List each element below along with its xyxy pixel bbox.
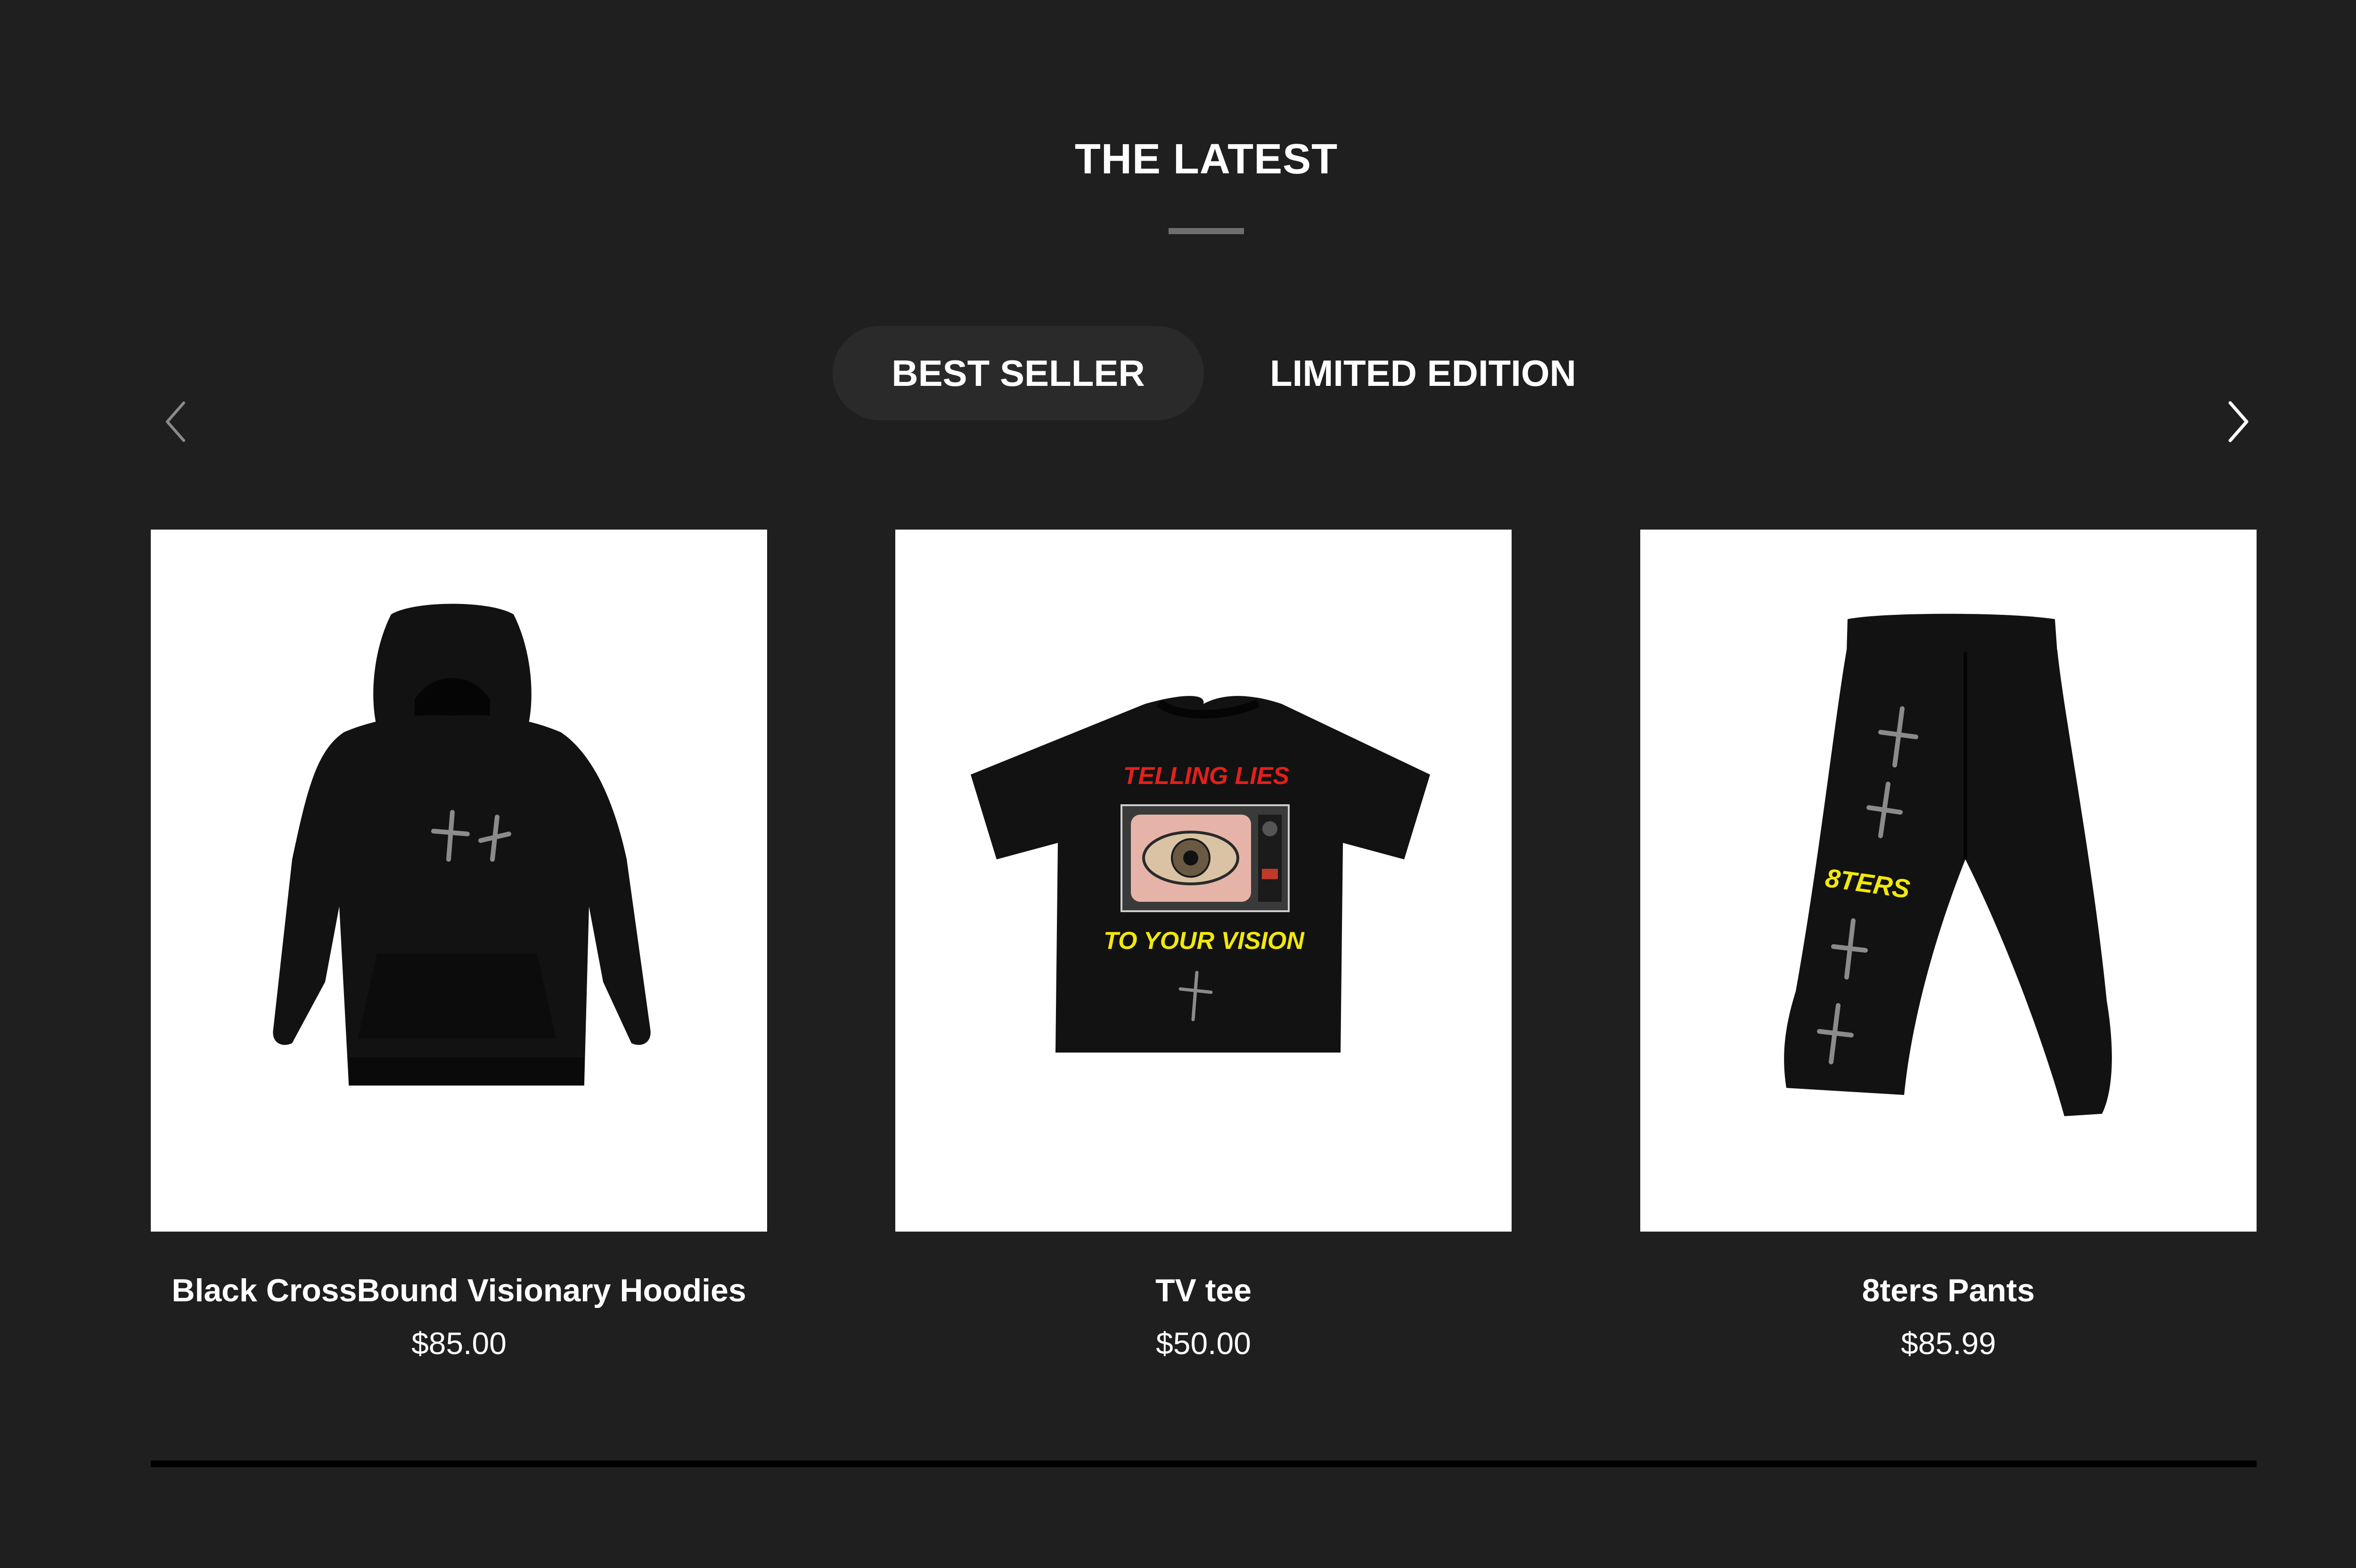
tab-limited-edition[interactable]: LIMITED EDITION [1225, 326, 1621, 420]
product-image-link[interactable]: TELLING LIES TO YOUR VISION [895, 530, 1512, 1232]
black-pants-image: 8TERS [1784, 613, 2112, 1116]
tv-tee-image: TELLING LIES TO YOUR VISION [971, 696, 1430, 1053]
product-price: $50.00 [1156, 1326, 1251, 1361]
product-price: $85.00 [411, 1326, 507, 1361]
section-title: THE LATEST [1074, 136, 1338, 183]
tab-best-seller[interactable]: BEST SELLER [833, 326, 1204, 420]
product-price: $85.99 [1901, 1326, 1996, 1361]
tee-print-top: TELLING LIES [1123, 762, 1290, 790]
carousel-prev-button[interactable] [163, 398, 191, 445]
product-title[interactable]: TV tee [895, 1269, 1512, 1312]
black-hoodie-image [273, 604, 651, 1086]
title-underline [1169, 228, 1244, 234]
section-divider [151, 1461, 2257, 1467]
tee-print-bottom: TO YOUR VISION [1104, 927, 1305, 955]
chevron-left-icon [166, 401, 185, 442]
product-image-link[interactable]: 8TERS [1640, 530, 2257, 1232]
product-card[interactable]: TELLING LIES TO YOUR VISION TV tee $50.0… [895, 530, 1512, 1364]
product-card[interactable]: 8TERS 8ters Pants $85.99 [1640, 530, 2257, 1364]
product-title[interactable]: 8ters Pants [1640, 1269, 2257, 1312]
product-image-link[interactable] [151, 530, 767, 1232]
chevron-right-icon [2228, 401, 2249, 442]
product-card[interactable]: Black CrossBound Visionary Hoodies $85.0… [151, 530, 767, 1364]
carousel-next-button[interactable] [2223, 398, 2251, 445]
product-title[interactable]: Black CrossBound Visionary Hoodies [151, 1269, 767, 1312]
